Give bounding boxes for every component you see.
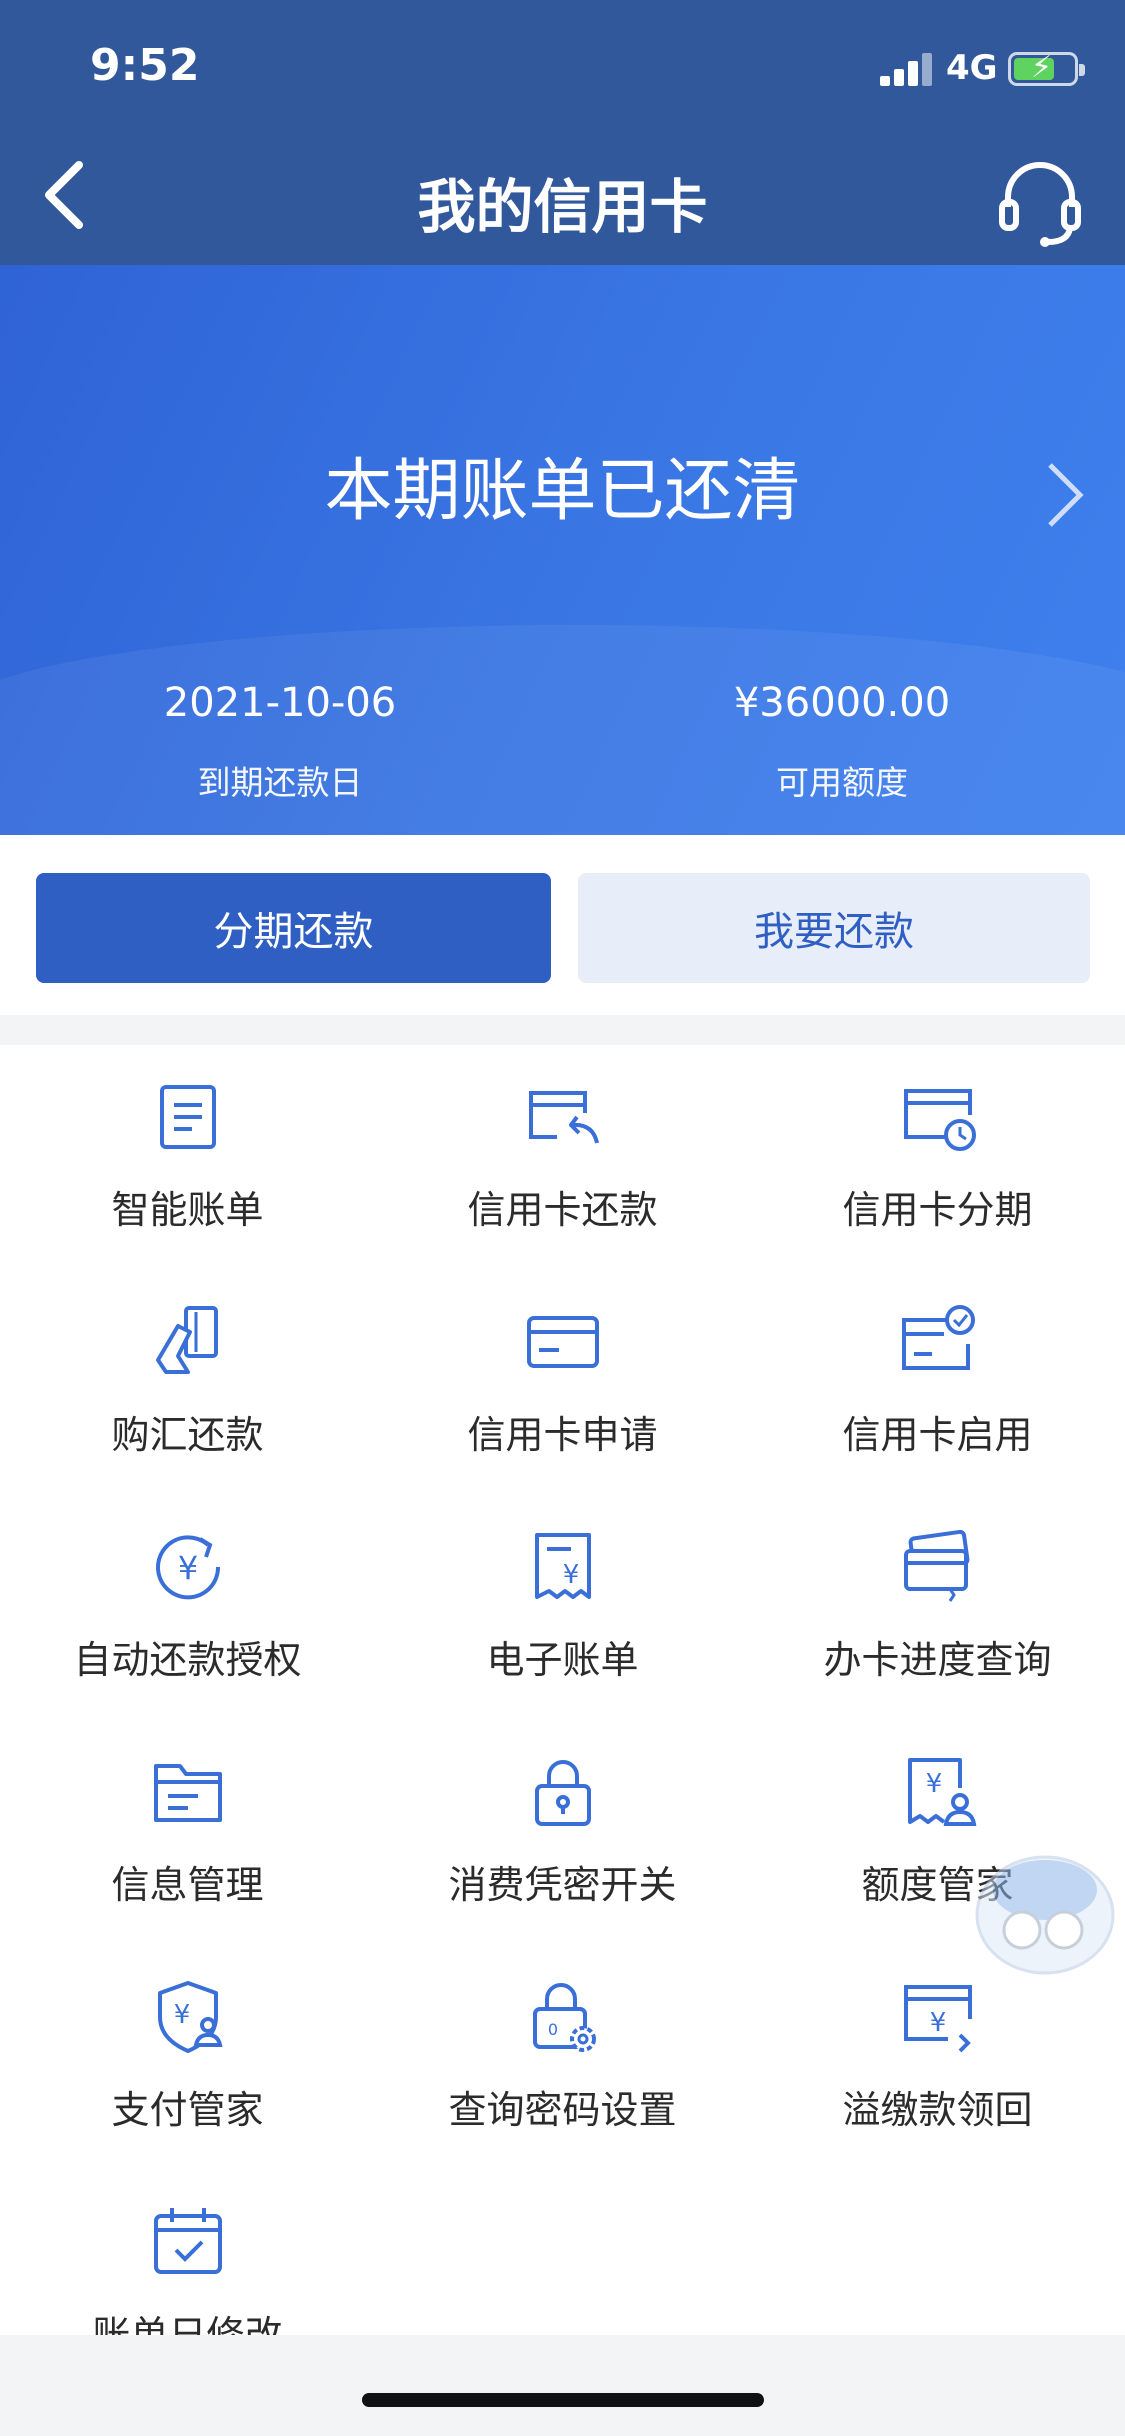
assistant-mascot-icon[interactable] — [960, 1850, 1120, 1980]
page-title: 我的信用卡 — [417, 173, 708, 241]
service-card-apply[interactable]: 信用卡申请 — [375, 1270, 750, 1495]
service-label: 智能账单 — [111, 1188, 264, 1232]
service-card-activate[interactable]: 信用卡启用 — [750, 1270, 1125, 1495]
card-installment-icon — [903, 1089, 976, 1151]
svg-text:0: 0 — [547, 2020, 557, 2039]
status-time: 9:52 — [90, 40, 200, 91]
bill-icon — [159, 1085, 216, 1149]
service-label: 信用卡分期 — [842, 1188, 1033, 1232]
service-payment-manager[interactable]: ¥ 支付管家 — [0, 1945, 375, 2170]
service-label: 自动还款授权 — [73, 1638, 302, 1682]
chevron-right-icon — [1048, 463, 1084, 527]
auto-repay-icon: ¥ — [155, 1535, 220, 1600]
service-label: 支付管家 — [111, 2088, 264, 2132]
service-bill-date-change[interactable]: 账单日修改 — [0, 2170, 375, 2335]
service-label: 账单日修改 — [92, 2313, 283, 2335]
service-label: 信息管理 — [111, 1863, 264, 1907]
svg-text:¥: ¥ — [177, 1549, 197, 1587]
signal-icon — [880, 52, 936, 86]
customer-service-button[interactable] — [990, 152, 1090, 252]
card-apply-icon — [526, 1316, 599, 1368]
calendar-icon — [153, 2208, 222, 2274]
overpayment-icon: ¥ — [903, 1985, 972, 2053]
svg-text:¥: ¥ — [925, 1769, 942, 1799]
battery-icon: ⚡ — [1008, 52, 1085, 86]
service-label: 查询密码设置 — [448, 2088, 677, 2132]
svg-text:¥: ¥ — [562, 1560, 579, 1590]
available-credit-label: 可用额度 — [776, 763, 908, 802]
card-repay-icon — [528, 1091, 599, 1144]
password-settings-icon: 0 — [532, 1983, 596, 2052]
service-info-management[interactable]: 信息管理 — [0, 1720, 375, 1945]
service-e-bill[interactable]: ¥ 电子账单 — [375, 1495, 750, 1720]
card-activate-icon — [901, 1305, 975, 1370]
installment-repay-button[interactable]: 分期还款 — [36, 873, 551, 983]
svg-text:¥: ¥ — [929, 2008, 946, 2038]
e-bill-icon: ¥ — [534, 1533, 591, 1599]
available-credit-value: ¥36000.00 — [733, 680, 951, 726]
service-label: 办卡进度查询 — [823, 1638, 1052, 1682]
service-label: 消费凭密开关 — [448, 1863, 677, 1907]
credit-manager-icon: ¥ — [907, 1758, 976, 1826]
headset-icon — [999, 162, 1081, 247]
action-bar: 分期还款 我要还款 — [0, 835, 1125, 1015]
service-label: 信用卡申请 — [467, 1413, 658, 1457]
service-label: 购汇还款 — [111, 1413, 264, 1457]
home-indicator[interactable] — [362, 2393, 764, 2407]
service-password-settings[interactable]: 0 查询密码设置 — [375, 1945, 750, 2170]
available-credit-stat: ¥36000.00 可用额度 — [562, 680, 1122, 804]
due-date-value: 2021-10-06 — [163, 680, 397, 726]
service-card-installment[interactable]: 信用卡分期 — [750, 1045, 1125, 1270]
lock-icon — [534, 1760, 591, 1826]
service-fx-repay[interactable]: 购汇还款 — [0, 1270, 375, 1495]
bill-status-card[interactable]: 本期账单已还清 2021-10-06 到期还款日 ¥36000.00 可用额度 — [0, 265, 1125, 835]
network-type: 4G — [946, 48, 998, 88]
fx-repay-icon — [155, 1306, 218, 1374]
service-smart-bill[interactable]: 智能账单 — [0, 1045, 375, 1270]
bottom-safe-area — [0, 2335, 1125, 2436]
due-date-label: 到期还款日 — [197, 763, 363, 802]
services-grid: 智能账单 信用卡还款 信用卡分期 购汇还款 信用卡申请 信用卡启用 ¥ 自动还款… — [0, 1045, 1125, 2335]
repay-button[interactable]: 我要还款 — [578, 873, 1090, 983]
folder-icon — [153, 1764, 222, 1822]
apply-progress-icon — [903, 1529, 969, 1602]
payment-shield-icon: ¥ — [157, 1981, 222, 2053]
service-card-repay[interactable]: 信用卡还款 — [375, 1045, 750, 1270]
service-pin-switch[interactable]: 消费凭密开关 — [375, 1720, 750, 1945]
due-date-stat: 2021-10-06 到期还款日 — [0, 680, 560, 804]
svg-text:¥: ¥ — [173, 2000, 190, 2030]
service-label: 信用卡还款 — [467, 1188, 658, 1232]
bill-status-text: 本期账单已还清 — [324, 452, 801, 531]
service-auto-repay[interactable]: ¥ 自动还款授权 — [0, 1495, 375, 1720]
service-label: 电子账单 — [486, 1638, 639, 1682]
service-apply-progress[interactable]: 办卡进度查询 — [750, 1495, 1125, 1720]
top-bar: 9:52 4G ⚡ 我的信用卡 — [0, 0, 1125, 265]
service-label: 信用卡启用 — [842, 1413, 1033, 1457]
service-label: 溢缴款领回 — [842, 2088, 1033, 2132]
